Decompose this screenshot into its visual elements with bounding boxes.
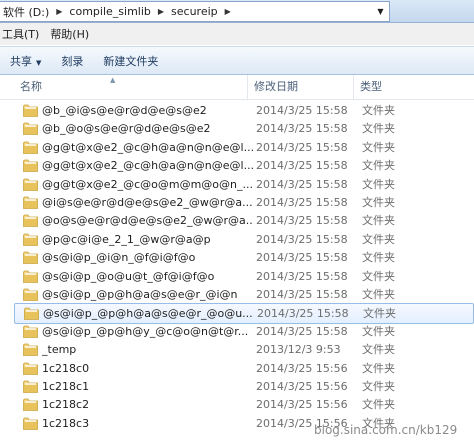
folder-icon — [23, 196, 38, 209]
folder-icon — [23, 417, 38, 430]
breadcrumb-separator-icon[interactable]: ▶ — [52, 7, 66, 16]
chevron-down-icon: ▼ — [36, 58, 42, 67]
breadcrumb-secureip[interactable]: secureip — [168, 5, 221, 18]
file-type: 文件夹 — [362, 380, 395, 393]
file-name: 1c218c1 — [42, 380, 90, 393]
file-modified-date: 2014/3/25 15:56 — [256, 380, 348, 393]
file-type: 文件夹 — [362, 343, 395, 357]
file-modified-date: 2014/3/25 15:56 — [256, 361, 348, 375]
folder-icon — [23, 159, 38, 173]
file-name: 1c218c3 — [42, 416, 90, 430]
file-modified-date: 2014/3/25 15:58 — [256, 159, 348, 173]
file-type: 文件夹 — [362, 324, 395, 338]
file-name: @b_@o@s@e@r@d@e@s@e2 — [42, 122, 211, 136]
file-modified-date: 2014/3/25 15:58 — [256, 324, 348, 338]
folder-icon — [23, 251, 38, 265]
folder-icon — [23, 270, 38, 283]
folder-icon — [23, 178, 38, 191]
breadcrumb[interactable]: 软件 (D:) ▶ compile_simlib ▶ secureip ▶ — [0, 1, 373, 22]
file-modified-date: 2014/3/25 15:58 — [256, 269, 348, 283]
menu-bar: 工具(T) 帮助(H) — [0, 23, 474, 45]
folder-icon — [24, 307, 39, 321]
folder-icon — [23, 343, 38, 357]
new-folder-button[interactable]: 新建文件夹 — [93, 53, 168, 69]
file-name: @g@t@x@e2_@c@h@a@n@n@e@l... — [42, 159, 254, 173]
folder-icon — [23, 104, 38, 117]
file-type: 文件夹 — [362, 269, 395, 283]
file-type: 文件夹 — [362, 122, 395, 136]
column-header: ▲ 名称 修改日期 类型 — [0, 75, 474, 100]
folder-icon — [23, 325, 38, 338]
breadcrumb-drive[interactable]: 软件 (D:) — [0, 4, 52, 20]
file-type: 文件夹 — [362, 140, 395, 154]
file-modified-date: 2013/12/3 9:53 — [256, 343, 341, 357]
folder-icon — [23, 380, 38, 393]
file-name: _temp — [42, 343, 77, 357]
file-name: @g@t@x@e2_@c@h@a@n@n@e@l... — [42, 140, 254, 154]
file-name: @p@c@i@e_2_1_@w@r@a@p — [42, 232, 211, 246]
command-bar: 共享 ▼ 刻录 新建文件夹 — [0, 46, 474, 75]
file-type: 文件夹 — [362, 177, 395, 191]
folder-icon — [23, 214, 38, 228]
file-type: 文件夹 — [362, 214, 395, 228]
file-type: 文件夹 — [362, 251, 395, 265]
burn-button[interactable]: 刻录 — [51, 53, 93, 69]
file-modified-date: 2014/3/25 15:58 — [256, 104, 348, 117]
file-type: 文件夹 — [362, 288, 395, 301]
file-modified-date: 2014/3/25 15:58 — [256, 288, 348, 301]
breadcrumb-separator-icon[interactable]: ▶ — [154, 7, 168, 16]
file-name: @s@i@p_@p@h@y_@c@o@n@t@r... — [42, 324, 249, 338]
file-type: 文件夹 — [362, 398, 395, 412]
file-modified-date: 2014/3/25 15:58 — [256, 251, 348, 265]
folder-icon — [23, 362, 38, 375]
file-modified-date: 2014/3/25 15:58 — [256, 122, 348, 136]
file-modified-date: 2014/3/25 15:58 — [256, 232, 348, 246]
file-type: 文件夹 — [362, 159, 395, 173]
file-modified-date: 2014/3/25 15:58 — [256, 214, 348, 228]
file-modified-date: 2014/3/25 15:56 — [256, 398, 348, 412]
folder-icon — [23, 398, 38, 412]
breadcrumb-separator-icon[interactable]: ▶ — [221, 7, 235, 16]
file-name: @o@s@e@r@d@e@s@e2_@w@r@a... — [42, 214, 254, 228]
address-dropdown-icon[interactable]: ▼ — [372, 1, 390, 22]
folder-icon — [23, 233, 38, 246]
menu-tools[interactable]: 工具(T) — [0, 26, 48, 42]
file-modified-date: 2014/3/25 15:58 — [256, 196, 348, 209]
address-bar: 软件 (D:) ▶ compile_simlib ▶ secureip ▶ ▼ — [0, 0, 474, 23]
file-name: @i@s@e@r@d@e@s@e2_@w@r@a... — [42, 196, 253, 209]
file-type: 文件夹 — [362, 104, 395, 117]
breadcrumb-compile-simlib[interactable]: compile_simlib — [66, 5, 153, 18]
file-name: @g@t@x@e2_@c@o@m@m@o@n_... — [42, 177, 253, 191]
file-modified-date: 2014/3/25 15:58 — [256, 140, 348, 154]
file-name: 1c218c0 — [42, 361, 90, 375]
file-type: 文件夹 — [362, 196, 395, 209]
file-type: 文件夹 — [362, 361, 395, 375]
folder-icon — [23, 122, 38, 136]
share-label: 共享 — [10, 54, 32, 68]
column-type-header[interactable]: 类型 — [354, 75, 474, 99]
watermark: blog.sina.com.cn/kb129 — [314, 423, 458, 437]
share-button[interactable]: 共享 ▼ — [0, 53, 51, 69]
file-name: 1c218c2 — [42, 398, 90, 412]
folder-icon — [23, 288, 38, 301]
menu-help[interactable]: 帮助(H) — [48, 26, 98, 42]
file-name: @s@i@p_@o@u@t_@f@i@f@o — [42, 269, 215, 283]
file-modified-date: 2014/3/25 15:58 — [256, 177, 348, 191]
file-type: 文件夹 — [362, 232, 395, 246]
folder-icon — [23, 141, 38, 154]
file-name: @b_@i@s@e@r@d@e@s@e2 — [42, 104, 207, 117]
column-name-header[interactable]: 名称 — [14, 75, 248, 99]
column-date-header[interactable]: 修改日期 — [248, 75, 354, 99]
file-name: @s@i@p_@i@n_@f@i@f@o — [42, 251, 196, 265]
file-name: @s@i@p_@p@h@a@s@e@r_@i@n — [42, 288, 238, 301]
